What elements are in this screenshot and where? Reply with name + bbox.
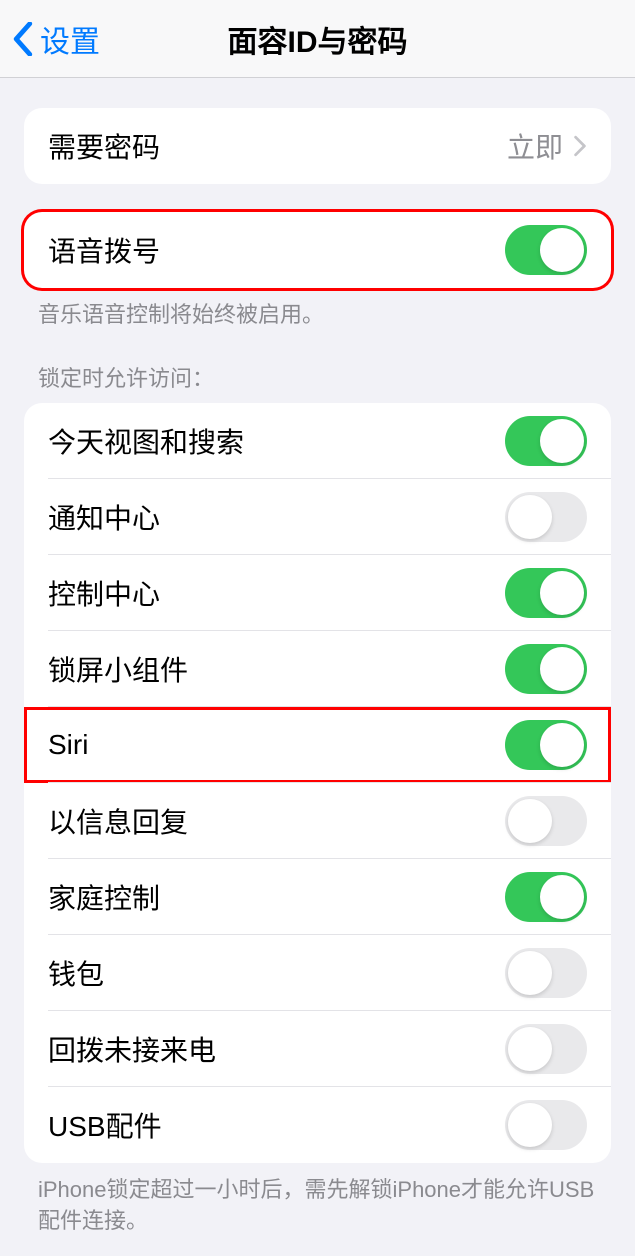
lock-access-row: 锁屏小组件 <box>24 631 611 707</box>
lock-access-label: Siri <box>48 729 88 761</box>
lock-access-footer: iPhone锁定超过一小时后，需先解锁iPhone才能允许USB配件连接。 <box>38 1175 597 1237</box>
lock-access-label: 锁屏小组件 <box>48 649 188 689</box>
lock-access-header: 锁定时允许访问： <box>38 361 597 393</box>
require-passcode-row[interactable]: 需要密码 立即 <box>24 108 611 184</box>
navigation-header: 设置 面容ID与密码 <box>0 0 635 78</box>
toggle-knob <box>508 495 552 539</box>
lock-access-row: 今天视图和搜索 <box>24 403 611 479</box>
voice-dial-footer: 音乐语音控制将始终被启用。 <box>38 300 597 331</box>
toggle-knob <box>508 1027 552 1071</box>
lock-access-row: 回拨未接来电 <box>24 1011 611 1087</box>
back-button[interactable]: 设置 <box>12 17 100 61</box>
lock-access-toggle[interactable] <box>505 948 587 998</box>
chevron-left-icon <box>12 22 34 56</box>
lock-access-row: 通知中心 <box>24 479 611 555</box>
voice-dial-row: 语音拨号 <box>24 212 611 288</box>
require-passcode-group: 需要密码 立即 <box>24 108 611 184</box>
lock-access-label: 回拨未接来电 <box>48 1029 216 1069</box>
toggle-knob <box>508 951 552 995</box>
voice-dial-toggle[interactable] <box>505 225 587 275</box>
lock-access-toggle[interactable] <box>505 416 587 466</box>
toggle-knob <box>540 647 584 691</box>
lock-access-row: 以信息回复 <box>24 783 611 859</box>
lock-access-toggle[interactable] <box>505 1100 587 1150</box>
lock-access-label: 以信息回复 <box>48 801 188 841</box>
chevron-right-icon <box>573 135 587 157</box>
require-passcode-label: 需要密码 <box>48 126 160 166</box>
lock-access-label: 家庭控制 <box>48 877 160 917</box>
lock-access-group: 今天视图和搜索通知中心控制中心锁屏小组件 Siri 以信息回复家庭控制钱包回拨未接来… <box>24 403 611 1163</box>
lock-access-toggle[interactable] <box>505 568 587 618</box>
toggle-knob <box>540 228 584 272</box>
lock-access-label: 控制中心 <box>48 573 160 613</box>
lock-access-label: 钱包 <box>48 953 104 993</box>
lock-access-toggle[interactable] <box>505 492 587 542</box>
lock-access-label: 今天视图和搜索 <box>48 421 244 461</box>
lock-access-row: USB配件 <box>24 1087 611 1163</box>
lock-access-toggle[interactable] <box>505 644 587 694</box>
lock-access-row: 控制中心 <box>24 555 611 631</box>
lock-access-row: 钱包 <box>24 935 611 1011</box>
toggle-knob <box>508 1103 552 1147</box>
voice-dial-group: 语音拨号 <box>24 212 611 288</box>
toggle-knob <box>540 875 584 919</box>
lock-access-toggle[interactable] <box>505 1024 587 1074</box>
toggle-knob <box>540 723 584 767</box>
lock-access-label: USB配件 <box>48 1105 162 1145</box>
voice-dial-label: 语音拨号 <box>48 230 160 270</box>
lock-access-toggle[interactable] <box>505 872 587 922</box>
toggle-knob <box>508 799 552 843</box>
lock-access-label: 通知中心 <box>48 497 160 537</box>
lock-access-toggle[interactable] <box>505 796 587 846</box>
toggle-knob <box>540 571 584 615</box>
lock-access-row: 家庭控制 <box>24 859 611 935</box>
lock-access-toggle[interactable] <box>505 720 587 770</box>
lock-access-row: Siri <box>24 707 611 783</box>
toggle-knob <box>540 419 584 463</box>
require-passcode-value: 立即 <box>507 126 587 166</box>
back-label: 设置 <box>40 17 100 61</box>
